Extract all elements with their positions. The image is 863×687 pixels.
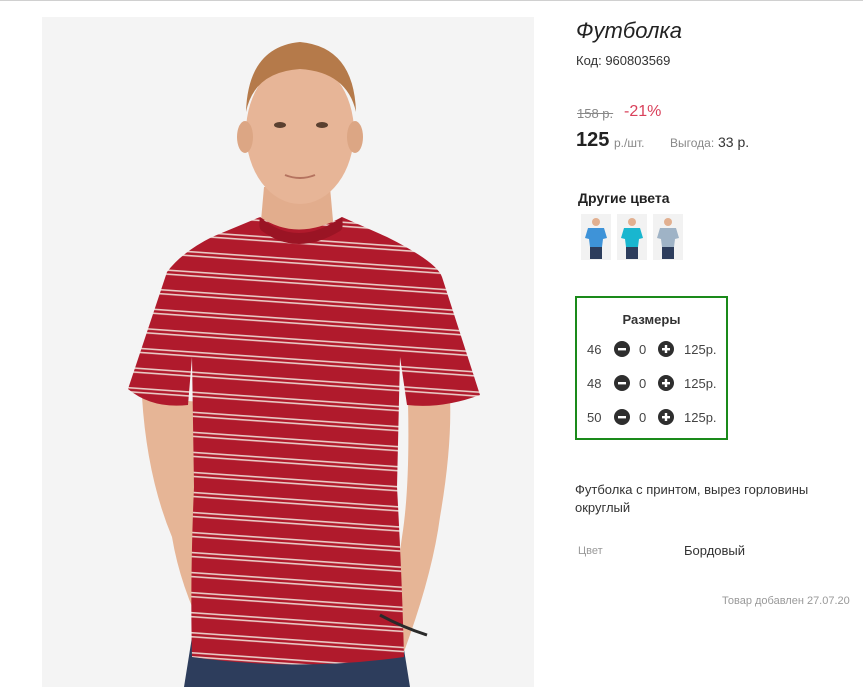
product-photo[interactable]: [42, 17, 534, 687]
size-label: 50: [587, 410, 602, 425]
discount-badge: -21%: [624, 103, 662, 120]
quantity-value: 0: [639, 410, 647, 425]
color-swatch-grey-blue[interactable]: [653, 214, 683, 260]
color-attribute-value: Бордовый: [684, 543, 746, 558]
saving-label: Выгода:: [670, 136, 715, 150]
minus-icon[interactable]: [614, 375, 630, 391]
minus-icon[interactable]: [614, 409, 630, 425]
size-price: 125р.: [684, 342, 717, 357]
size-label: 48: [587, 376, 602, 391]
other-colors-title: Другие цвета: [578, 190, 670, 206]
added-date: Товар добавлен 27.07.20: [722, 595, 850, 607]
product-title: Футболка: [576, 18, 682, 43]
sizes-panel: Размеры 46 0 125р. 48 0 125р. 50 0 125р.: [575, 296, 728, 440]
price-unit: р./шт.: [614, 136, 645, 150]
quantity-value: 0: [639, 376, 647, 391]
current-price: 125: [576, 129, 610, 151]
color-swatch-turquoise[interactable]: [617, 214, 647, 260]
old-price: 158 р.: [577, 106, 614, 121]
size-label: 46: [587, 342, 602, 357]
size-row-46: 46 0 125р.: [577, 340, 726, 360]
size-price: 125р.: [684, 410, 717, 425]
product-code: Код: 960803569: [576, 53, 671, 68]
plus-icon[interactable]: [658, 409, 674, 425]
size-price: 125р.: [684, 376, 717, 391]
color-swatch-blue[interactable]: [581, 214, 611, 260]
color-attribute-label: Цвет: [578, 545, 603, 557]
top-divider: [0, 0, 863, 1]
size-row-50: 50 0 125р.: [577, 408, 726, 428]
plus-icon[interactable]: [658, 375, 674, 391]
size-row-48: 48 0 125р.: [577, 374, 726, 394]
minus-icon[interactable]: [614, 341, 630, 357]
product-description: Футболка с принтом, вырез горловины окру…: [575, 482, 809, 515]
saving-value: 33 р.: [718, 134, 750, 150]
plus-icon[interactable]: [658, 341, 674, 357]
quantity-value: 0: [639, 342, 647, 357]
sizes-title: Размеры: [622, 312, 681, 327]
